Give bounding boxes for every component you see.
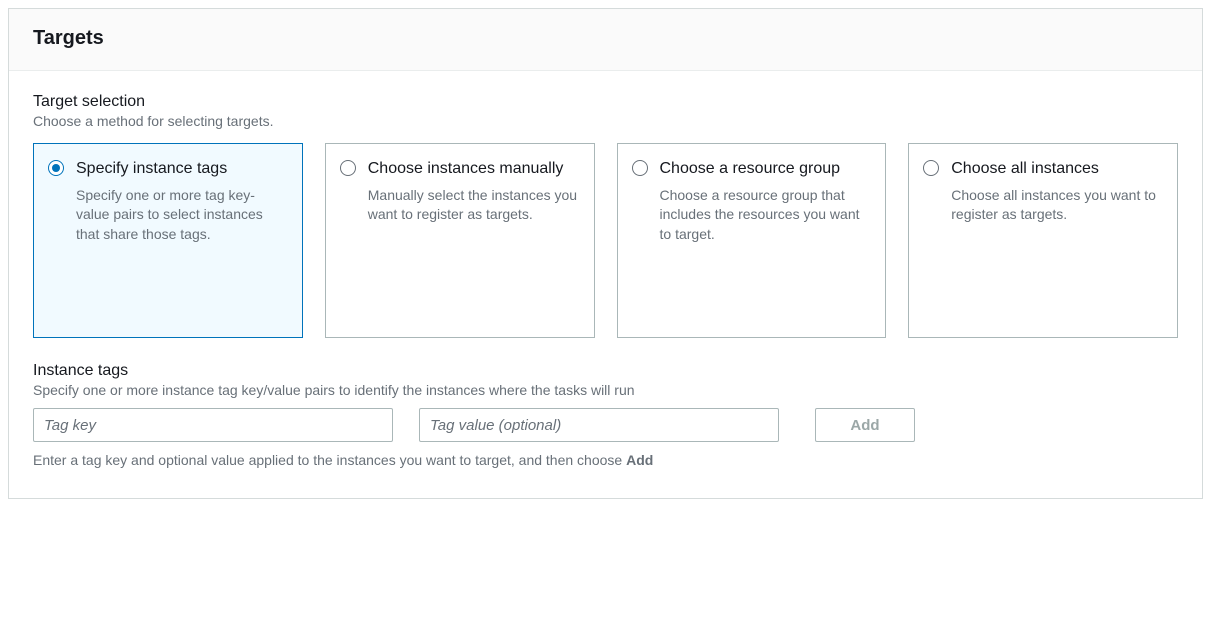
panel-header: Targets — [9, 9, 1202, 71]
option-choose-instances-manually[interactable]: Choose instances manually Manually selec… — [325, 143, 595, 338]
instance-tags-section: Instance tags Specify one or more instan… — [33, 362, 1178, 468]
target-selection-section: Target selection Choose a method for sel… — [33, 93, 1178, 338]
tag-value-input[interactable] — [419, 408, 779, 442]
tag-input-row: Add — [33, 408, 1178, 442]
option-desc: Manually select the instances you want t… — [368, 186, 578, 225]
option-text: Choose a resource group Choose a resourc… — [660, 158, 870, 321]
panel-body: Target selection Choose a method for sel… — [9, 71, 1202, 498]
radio-icon — [632, 160, 648, 176]
option-title: Choose a resource group — [660, 158, 870, 180]
target-selection-label: Target selection — [33, 93, 1178, 111]
panel-title: Targets — [33, 27, 1178, 50]
radio-icon — [340, 160, 356, 176]
helper-bold: Add — [626, 452, 653, 468]
instance-tags-helper: Enter a tag key and optional value appli… — [33, 452, 1178, 468]
instance-tags-desc: Specify one or more instance tag key/val… — [33, 382, 1178, 398]
option-choose-all-instances[interactable]: Choose all instances Choose all instance… — [908, 143, 1178, 338]
option-text: Choose all instances Choose all instance… — [951, 158, 1161, 321]
instance-tags-label: Instance tags — [33, 362, 1178, 380]
option-specify-instance-tags[interactable]: Specify instance tags Specify one or mor… — [33, 143, 303, 338]
target-selection-desc: Choose a method for selecting targets. — [33, 113, 1178, 129]
tag-key-input[interactable] — [33, 408, 393, 442]
option-text: Choose instances manually Manually selec… — [368, 158, 578, 321]
option-desc: Choose all instances you want to registe… — [951, 186, 1161, 225]
radio-icon — [48, 160, 64, 176]
option-desc: Specify one or more tag key-value pairs … — [76, 186, 286, 245]
option-title: Choose all instances — [951, 158, 1161, 180]
option-choose-resource-group[interactable]: Choose a resource group Choose a resourc… — [617, 143, 887, 338]
option-title: Specify instance tags — [76, 158, 286, 180]
target-option-grid: Specify instance tags Specify one or mor… — [33, 143, 1178, 338]
helper-text: Enter a tag key and optional value appli… — [33, 452, 626, 468]
option-title: Choose instances manually — [368, 158, 578, 180]
radio-icon — [923, 160, 939, 176]
add-tag-button[interactable]: Add — [815, 408, 915, 442]
option-text: Specify instance tags Specify one or mor… — [76, 158, 286, 321]
option-desc: Choose a resource group that includes th… — [660, 186, 870, 245]
targets-panel: Targets Target selection Choose a method… — [8, 8, 1203, 499]
